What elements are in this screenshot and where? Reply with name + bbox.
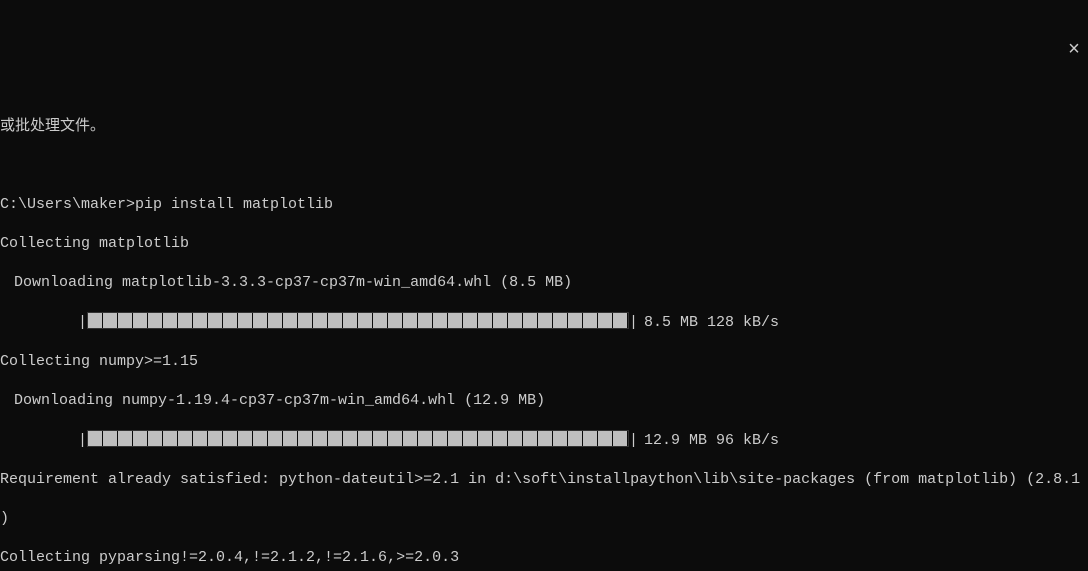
progress-row: ||8.5 MB 128 kB/s (0, 312, 1088, 333)
output-line: Requirement already satisfied: python-da… (0, 470, 1088, 490)
progress-bar (87, 430, 629, 447)
progress-row: ||12.9 MB 96 kB/s (0, 430, 1088, 451)
terminal[interactable]: × 或批处理文件。 C:\Users\maker>pip install mat… (0, 39, 1088, 571)
prompt-line[interactable]: C:\Users\maker>pip install matplotlib (0, 195, 1088, 215)
progress-bar (87, 312, 629, 329)
output-line: Collecting numpy>=1.15 (0, 352, 1088, 372)
output-line: Downloading matplotlib-3.3.3-cp37-cp37m-… (0, 273, 1088, 293)
output-blank (0, 156, 1088, 176)
output-line: ) (0, 509, 1088, 529)
output-line: Collecting matplotlib (0, 234, 1088, 254)
output-line: Downloading numpy-1.19.4-cp37-cp37m-win_… (0, 391, 1088, 411)
close-icon[interactable]: × (1068, 41, 1080, 61)
output-line: 或批处理文件。 (0, 117, 1088, 137)
